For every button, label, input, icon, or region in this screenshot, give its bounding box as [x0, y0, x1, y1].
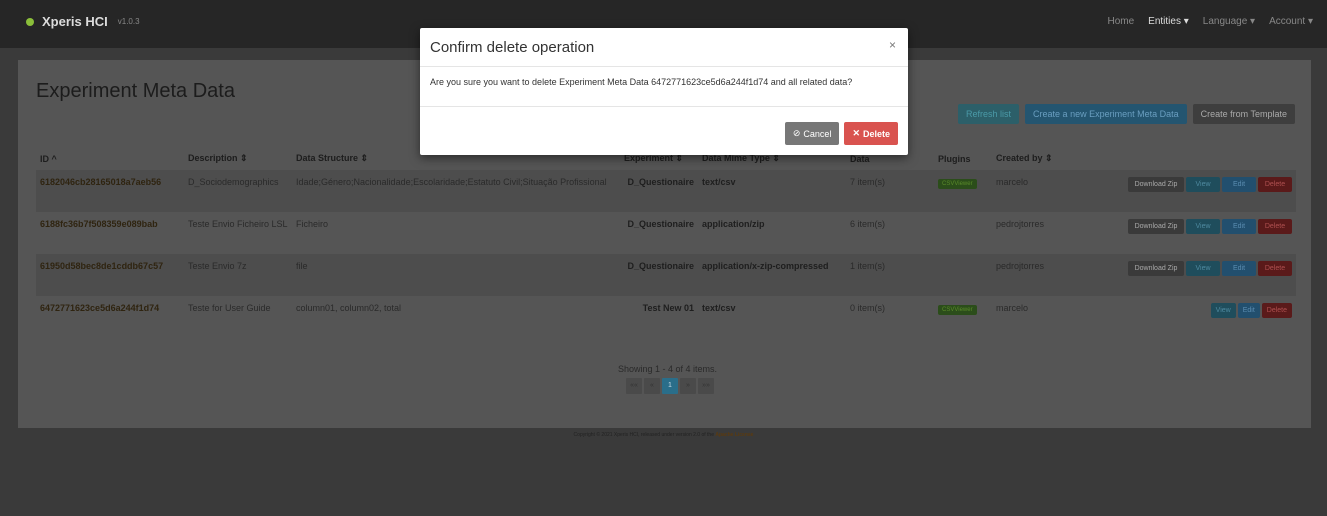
cell-actions: Download Zip View Edit Delete [1070, 254, 1296, 296]
delete-icon: ✕ [852, 128, 860, 138]
cell-data: 7 item(s) [846, 170, 934, 212]
cell-description: Teste for User Guide [188, 303, 271, 313]
pagination: «« « 1 » »» [626, 378, 714, 394]
nav-language[interactable]: Language ▾ [1203, 16, 1255, 27]
edit-button[interactable]: Edit [1222, 261, 1256, 276]
page-last[interactable]: »» [698, 378, 714, 394]
edit-button[interactable]: Edit [1222, 177, 1256, 192]
cell-id[interactable]: 6472771623ce5d6a244f1d74 [36, 296, 184, 338]
edit-button[interactable]: Edit [1237, 303, 1260, 318]
cell-data: 1 item(s) [846, 254, 934, 296]
cell-created-by: pedrojtorres [992, 254, 1070, 296]
page-first[interactable]: «« [626, 378, 642, 394]
cancel-icon: ⊘ [792, 128, 801, 138]
toolbar: Refresh list Create a new Experiment Met… [958, 104, 1295, 124]
cell-mime: text/csv [698, 170, 846, 212]
delete-button[interactable]: Delete [1261, 303, 1292, 318]
delete-button[interactable]: Delete [1258, 261, 1292, 276]
cell-structure: Ficheiro [296, 219, 329, 229]
table-row: 6188fc36b7f508359e089bab Teste Envio Fic… [36, 212, 1296, 254]
table-row: 61950d58bec8de1cddb67c57 Teste Envio 7z … [36, 254, 1296, 296]
cell-id[interactable]: 6182046cb28165018a7aeb56 [36, 170, 184, 212]
view-button[interactable]: View [1186, 219, 1220, 234]
brand-name: Xperis HCI [42, 14, 108, 29]
create-button[interactable]: Create a new Experiment Meta Data [1025, 104, 1187, 124]
cell-mime: text/csv [702, 303, 736, 313]
plugin-badge: CSVViewer [938, 179, 977, 189]
modal-header: Confirm delete operation × [420, 28, 908, 67]
pagination-summary: Showing 1 - 4 of 4 items. [618, 364, 718, 374]
cell-experiment[interactable]: D_Questionaire [620, 212, 698, 254]
cell-actions: Download Zip View Edit Delete [1070, 212, 1296, 254]
nav-entities[interactable]: Entities ▾ [1148, 16, 1189, 27]
cell-data: 6 item(s) [850, 219, 886, 229]
data-table: ID ^ Description ⇕ Data Structure ⇕ Expe… [36, 136, 1296, 338]
cell-created-by: marcelo [996, 303, 1029, 313]
nav-account[interactable]: Account ▾ [1269, 16, 1313, 27]
nav-menu: Home Entities ▾ Language ▾ Account ▾ [1107, 16, 1313, 27]
col-id[interactable]: ID ^ [36, 136, 184, 170]
table-row: 6182046cb28165018a7aeb56 D_Sociodemograp… [36, 170, 1296, 212]
cancel-button[interactable]: ⊘ Cancel [784, 122, 840, 145]
col-description[interactable]: Description ⇕ [184, 136, 292, 170]
cell-description: D_Sociodemographics [184, 170, 292, 212]
cell-description: Teste Envio Ficheiro LSL [188, 219, 288, 229]
footer-text: Copyright © 2021 Xperis HCI, released un… [573, 432, 714, 438]
col-created-by[interactable]: Created by ⇕ [992, 136, 1070, 170]
cell-plugins [934, 212, 992, 254]
footer: Copyright © 2021 Xperis HCI, released un… [0, 432, 1327, 438]
brand[interactable]: Xperis HCI v1.0.3 [26, 14, 140, 29]
cell-structure: Idade;Género;Nacionalidade;Escolaridade;… [292, 170, 620, 212]
logo-icon [26, 17, 34, 26]
col-plugins: Plugins [938, 154, 971, 164]
delete-button[interactable]: Delete [1258, 177, 1292, 192]
page-current[interactable]: 1 [662, 378, 678, 394]
view-button[interactable]: View [1186, 261, 1220, 276]
create-from-template-button[interactable]: Create from Template [1192, 104, 1295, 124]
cell-description: Teste Envio 7z [184, 254, 292, 296]
cell-created-by: pedrojtorres [996, 219, 1045, 229]
cell-actions: View Edit Delete [1070, 296, 1296, 338]
modal-title: Confirm delete operation [430, 39, 595, 56]
col-actions [1070, 136, 1296, 170]
confirm-delete-button[interactable]: ✕ Delete [844, 122, 898, 145]
page-prev[interactable]: « [644, 378, 660, 394]
cell-created-by: marcelo [992, 170, 1070, 212]
cell-structure: file [292, 254, 620, 296]
close-icon[interactable]: × [889, 38, 896, 52]
delete-label: Delete [862, 128, 890, 139]
cell-plugins: CSVViewer [934, 170, 992, 212]
cell-id[interactable]: 61950d58bec8de1cddb67c57 [36, 254, 184, 296]
brand-version: v1.0.3 [117, 17, 140, 26]
cell-experiment[interactable]: D_Questionaire [620, 254, 698, 296]
modal-body: Are you sure you want to delete Experime… [420, 67, 908, 107]
cell-structure: column01, column02, total [296, 303, 402, 313]
view-button[interactable]: View [1210, 303, 1236, 318]
page-next[interactable]: » [680, 378, 696, 394]
plugin-badge: CSVViewer [938, 305, 977, 315]
cell-actions: Download Zip View Edit Delete [1070, 170, 1296, 212]
nav-home[interactable]: Home [1107, 16, 1134, 27]
cell-data: 0 item(s) [850, 303, 886, 313]
delete-button[interactable]: Delete [1258, 219, 1292, 234]
table-row: 6472771623ce5d6a244f1d74 Teste for User … [36, 296, 1296, 338]
cell-mime: application/zip [702, 219, 765, 229]
cancel-label: Cancel [803, 128, 832, 139]
confirm-delete-dialog: Confirm delete operation × Are you sure … [420, 28, 908, 155]
cell-experiment[interactable]: D_Questionaire [620, 170, 698, 212]
refresh-list-button[interactable]: Refresh list [958, 104, 1020, 124]
cell-plugins [934, 254, 992, 296]
cell-id[interactable]: 6188fc36b7f508359e089bab [36, 212, 184, 254]
download-zip-button[interactable]: Download Zip [1128, 177, 1184, 192]
download-zip-button[interactable]: Download Zip [1128, 261, 1184, 276]
cell-experiment[interactable]: Test New 01 [620, 296, 698, 338]
view-button[interactable]: View [1186, 177, 1220, 192]
license-link[interactable]: Apache License [715, 432, 753, 438]
modal-footer: ⊘ Cancel ✕ Delete [784, 122, 898, 145]
edit-button[interactable]: Edit [1222, 219, 1256, 234]
cell-plugins: CSVViewer [934, 296, 992, 338]
download-zip-button[interactable]: Download Zip [1128, 219, 1184, 234]
cell-mime: application/x-zip-compressed [698, 254, 846, 296]
page-title: Experiment Meta Data [36, 80, 235, 102]
